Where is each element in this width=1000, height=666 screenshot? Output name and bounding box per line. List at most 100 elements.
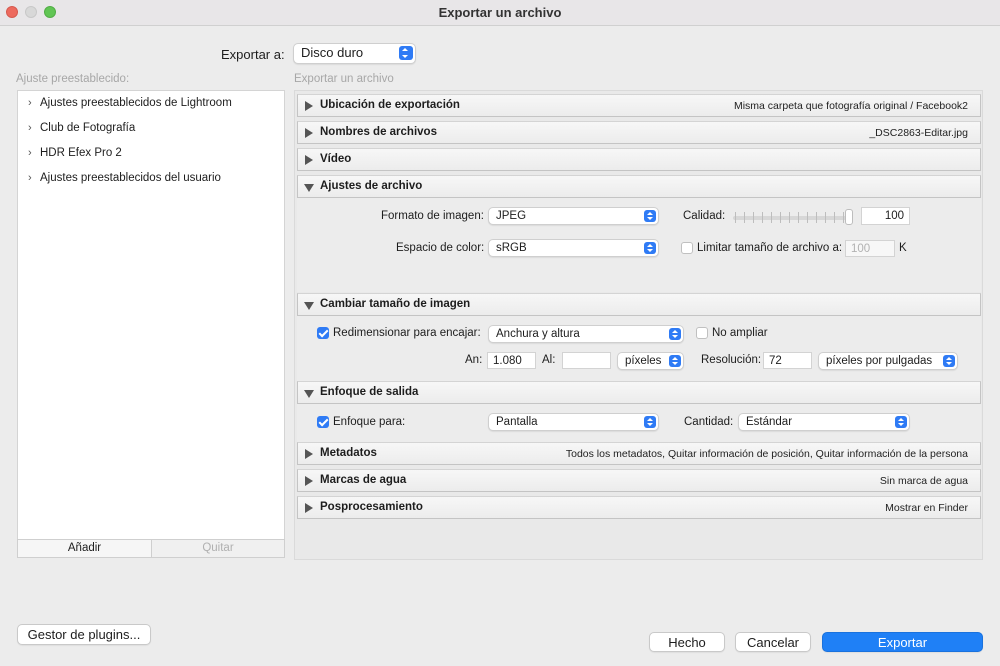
width-label: An:	[465, 354, 483, 366]
chevron-updown-icon	[399, 46, 413, 60]
preset-item-user[interactable]: › Ajustes preestablecidos del usuario	[28, 169, 221, 187]
preset-item-label: Ajustes preestablecidos del usuario	[40, 172, 221, 184]
section-summary: _DSC2863-Editar.jpg	[869, 127, 968, 139]
image-format-select[interactable]: JPEG	[488, 207, 659, 225]
resize-mode-value: Anchura y altura	[496, 328, 580, 340]
disclosure-right-icon	[305, 476, 313, 486]
sharpen-for-label: Enfoque para:	[333, 416, 406, 428]
done-button[interactable]: Hecho	[649, 632, 725, 652]
resize-mode-select[interactable]: Anchura y altura	[488, 325, 684, 343]
add-preset-button[interactable]: Añadir	[17, 539, 152, 558]
limit-size-label: Limitar tamaño de archivo a:	[697, 242, 843, 254]
export-button[interactable]: Exportar	[822, 632, 983, 652]
chevron-updown-icon	[644, 416, 656, 428]
disclosure-down-icon	[304, 390, 314, 398]
resize-to-fit-checkbox[interactable]	[317, 327, 329, 339]
section-output-sharpening[interactable]: Enfoque de salida	[297, 381, 981, 404]
height-label: Al:	[542, 354, 556, 366]
section-title: Vídeo	[320, 153, 352, 165]
color-space-select[interactable]: sRGB	[488, 239, 659, 257]
disclosure-right-icon	[305, 449, 313, 459]
preset-item-club[interactable]: › Club de Fotografía	[28, 119, 135, 137]
slider-tick	[762, 212, 763, 223]
sharpen-for-checkbox[interactable]	[317, 416, 329, 428]
disclosure-right-icon	[305, 128, 313, 138]
no-enlarge-label: No ampliar	[712, 327, 768, 339]
chevron-updown-icon	[644, 210, 656, 222]
color-space-value: sRGB	[496, 242, 527, 254]
preset-item-label: HDR Efex Pro 2	[40, 147, 122, 159]
slider-tick	[843, 212, 844, 223]
section-post-processing[interactable]: Posprocesamiento Mostrar en Finder	[297, 496, 981, 519]
width-input[interactable]: 1.080	[487, 352, 536, 369]
size-unit-select[interactable]: píxeles	[617, 352, 684, 370]
section-summary: Todos los metadatos, Quitar información …	[565, 448, 968, 460]
sharpen-for-select[interactable]: Pantalla	[488, 413, 659, 431]
resolution-label: Resolución:	[701, 354, 762, 366]
section-summary: Sin marca de agua	[879, 475, 968, 487]
slider-tick	[735, 212, 736, 223]
plugin-manager-button[interactable]: Gestor de plugins...	[17, 624, 151, 645]
chevron-right-icon: ›	[28, 172, 32, 184]
slider-tick	[807, 212, 808, 223]
resolution-input[interactable]: 72	[763, 352, 812, 369]
section-metadata[interactable]: Metadatos Todos los metadatos, Quitar in…	[297, 442, 981, 465]
slider-tick	[780, 212, 781, 223]
quality-slider-thumb[interactable]	[845, 209, 853, 225]
disclosure-down-icon	[304, 184, 314, 192]
chevron-updown-icon	[669, 328, 681, 340]
limit-size-input[interactable]: 100	[845, 240, 895, 257]
preset-item-label: Club de Fotografía	[40, 122, 136, 134]
section-video[interactable]: Vídeo	[297, 148, 981, 171]
quality-input[interactable]: 100	[861, 207, 910, 225]
section-title: Enfoque de salida	[320, 386, 419, 398]
preset-item-hdr[interactable]: › HDR Efex Pro 2	[28, 144, 122, 162]
resolution-unit-select[interactable]: píxeles por pulgadas	[818, 352, 958, 370]
section-title: Marcas de agua	[320, 474, 407, 486]
disclosure-right-icon	[305, 155, 313, 165]
section-image-sizing[interactable]: Cambiar tamaño de imagen	[297, 293, 981, 316]
export-to-label: Exportar a:	[221, 47, 285, 62]
sharpen-for-value: Pantalla	[496, 416, 538, 428]
resolution-unit-value: píxeles por pulgadas	[826, 355, 933, 367]
remove-preset-button[interactable]: Quitar	[151, 539, 285, 558]
cancel-button[interactable]: Cancelar	[735, 632, 811, 652]
chevron-right-icon: ›	[28, 122, 32, 134]
size-unit-value: píxeles	[625, 355, 662, 367]
title-bar: Exportar un archivo	[0, 0, 1000, 26]
section-title: Cambiar tamaño de imagen	[320, 298, 471, 310]
image-format-value: JPEG	[496, 210, 527, 222]
slider-tick	[816, 212, 817, 223]
disclosure-right-icon	[305, 503, 313, 513]
section-export-location[interactable]: Ubicación de exportación Misma carpeta q…	[297, 94, 981, 117]
limit-size-checkbox[interactable]	[681, 242, 693, 254]
sharpen-amount-value: Estándar	[746, 416, 793, 428]
preset-item-lightroom[interactable]: › Ajustes preestablecidos de Lightroom	[28, 94, 232, 112]
preset-label: Ajuste preestablecido:	[16, 73, 130, 85]
chevron-right-icon: ›	[28, 147, 32, 159]
section-title: Ubicación de exportación	[320, 99, 460, 111]
chevron-updown-icon	[943, 355, 955, 367]
section-file-naming[interactable]: Nombres de archivos _DSC2863-Editar.jpg	[297, 121, 981, 144]
section-file-settings[interactable]: Ajustes de archivo	[297, 175, 981, 198]
limit-size-unit: K	[899, 242, 907, 254]
color-space-label: Espacio de color:	[396, 242, 485, 254]
slider-tick	[834, 212, 835, 223]
height-input[interactable]	[562, 352, 611, 369]
no-enlarge-checkbox[interactable]	[696, 327, 708, 339]
preset-item-label: Ajustes preestablecidos de Lightroom	[40, 97, 232, 109]
export-to-select[interactable]: Disco duro	[293, 43, 416, 64]
slider-tick	[825, 212, 826, 223]
export-to-value: Disco duro	[301, 45, 364, 60]
resize-to-fit-label: Redimensionar para encajar:	[333, 327, 481, 339]
window-title: Exportar un archivo	[438, 5, 562, 20]
chevron-updown-icon	[644, 242, 656, 254]
sharpen-amount-label: Cantidad:	[684, 416, 734, 428]
disclosure-down-icon	[304, 302, 314, 310]
disclosure-right-icon	[305, 101, 313, 111]
quality-label: Calidad:	[683, 210, 726, 222]
section-title: Nombres de archivos	[320, 126, 437, 138]
export-panel-label: Exportar un archivo	[294, 73, 394, 85]
sharpen-amount-select[interactable]: Estándar	[738, 413, 910, 431]
section-watermarking[interactable]: Marcas de agua Sin marca de agua	[297, 469, 981, 492]
